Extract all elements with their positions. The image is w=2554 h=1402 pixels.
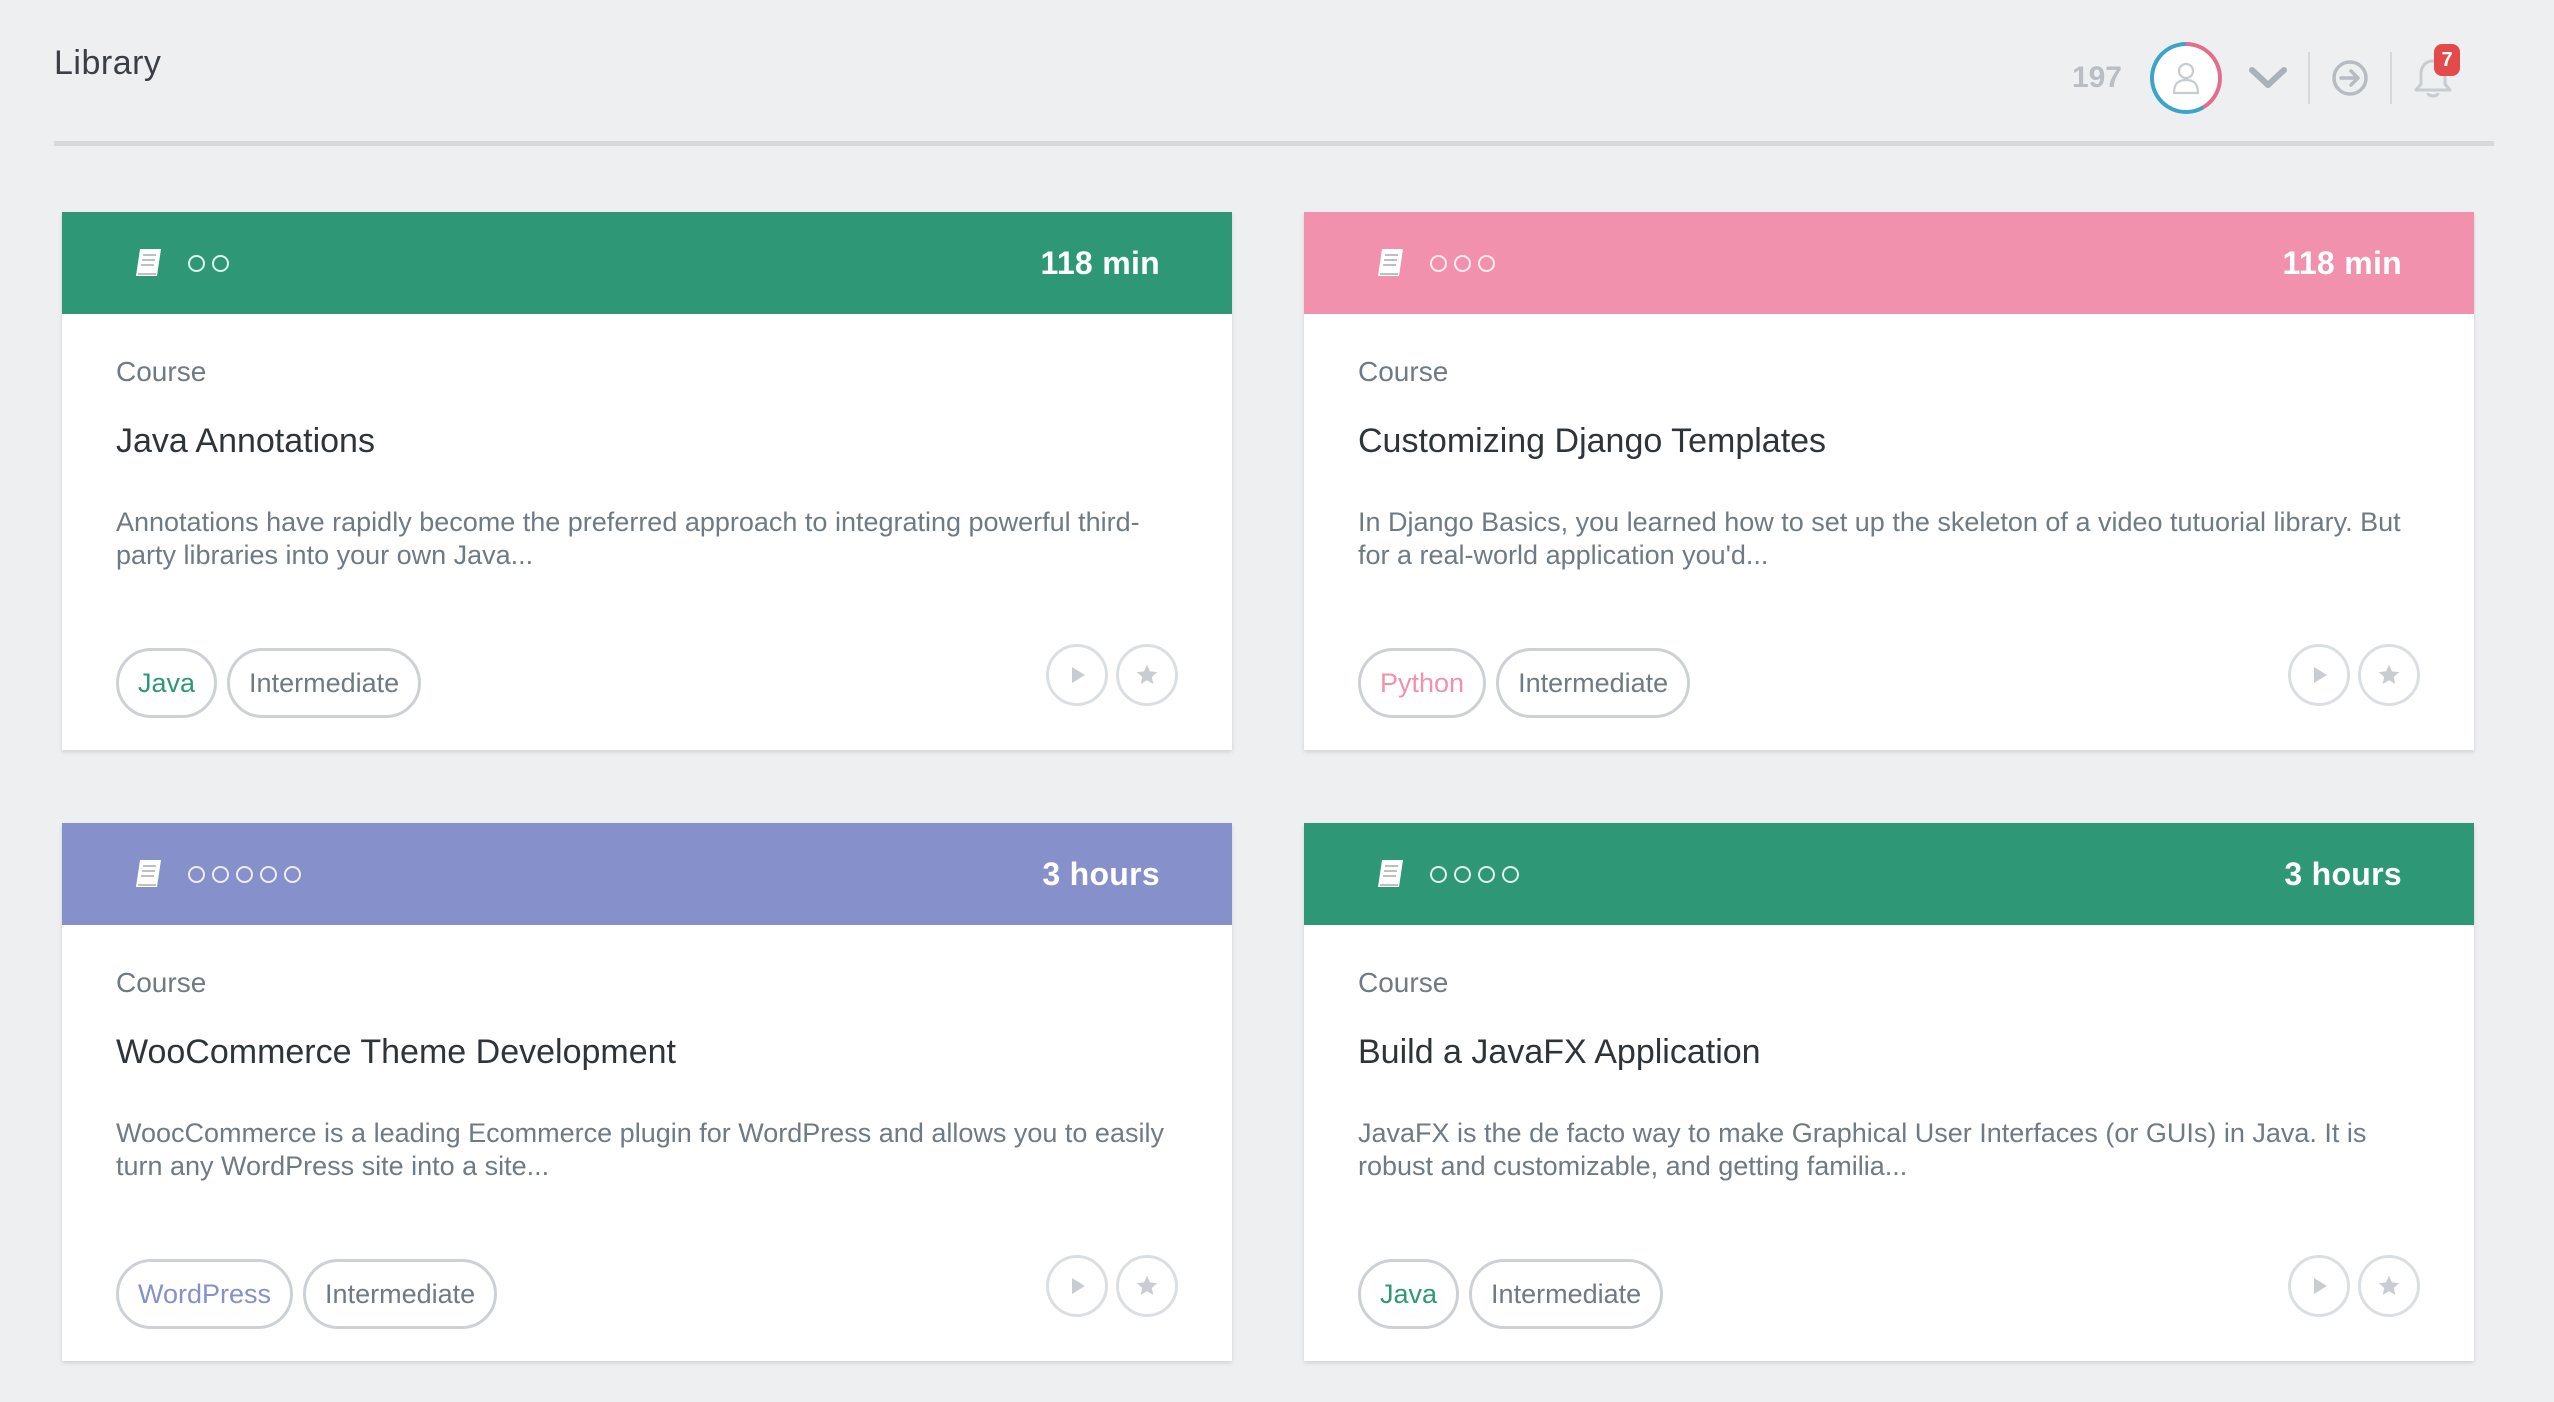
course-tags: Python Intermediate	[1358, 648, 1700, 718]
play-button[interactable]	[2288, 644, 2350, 706]
play-icon	[1072, 1278, 1085, 1294]
course-description: WoocCommerce is a leading Ecommerce plug…	[116, 1118, 1164, 1181]
favorite-button[interactable]	[1116, 1255, 1178, 1317]
difficulty-dot	[1478, 254, 1495, 272]
topic-tag[interactable]: Java	[116, 648, 218, 718]
card-header: 3 hours	[62, 823, 1232, 925]
course-description: In Django Basics, you learned how to set…	[1358, 507, 2401, 570]
toolbar-divider	[2308, 52, 2310, 104]
card-body: Course Customizing Django Templates In D…	[1304, 314, 2474, 750]
play-button[interactable]	[1046, 644, 1108, 706]
level-tag[interactable]: Intermediate	[1469, 1259, 1664, 1329]
course-duration: 3 hours	[1042, 855, 1160, 892]
signout-icon	[2332, 60, 2368, 96]
play-button[interactable]	[1046, 1255, 1108, 1317]
user-toolbar: 197 7	[2071, 38, 2460, 118]
user-icon	[2172, 62, 2200, 95]
star-icon	[2378, 664, 2400, 684]
difficulty-dot	[1478, 865, 1495, 883]
book-icon	[132, 246, 166, 280]
notifications-button[interactable]: 7	[2412, 44, 2460, 100]
card-actions	[1038, 1255, 1178, 1317]
card-body: Course Java Annotations Annotations have…	[62, 314, 1232, 750]
page-title: Library	[54, 44, 162, 82]
difficulty-dot	[1430, 254, 1447, 272]
library-page: Library 197 7 118 min Course Java Annota…	[0, 0, 2554, 1402]
difficulty-dots	[188, 865, 308, 883]
course-title[interactable]: Customizing Django Templates	[1358, 422, 1826, 461]
card-body: Course Build a JavaFX Application JavaFX…	[1304, 925, 2474, 1361]
course-tags: Java Intermediate	[1358, 1259, 1673, 1329]
play-icon	[2314, 667, 2327, 683]
course-tags: Java Intermediate	[116, 648, 431, 718]
difficulty-dots	[188, 254, 236, 272]
course-card-1[interactable]: 118 min Course Java Annotations Annotati…	[62, 212, 1232, 750]
course-type: Course	[1358, 356, 1449, 387]
difficulty-dot	[236, 865, 253, 883]
difficulty-dot	[284, 865, 301, 883]
difficulty-dot	[212, 865, 229, 883]
course-card-2[interactable]: 118 min Course Customizing Django Templa…	[1304, 212, 2474, 750]
course-type: Course	[1358, 967, 1449, 998]
topic-tag[interactable]: Python	[1358, 648, 1487, 718]
topic-tag[interactable]: Java	[1358, 1259, 1460, 1329]
play-icon	[1072, 667, 1085, 683]
card-actions	[1038, 644, 1178, 706]
card-header: 118 min	[62, 212, 1232, 314]
card-header: 118 min	[1304, 212, 2474, 314]
signout-button[interactable]	[2330, 58, 2370, 98]
course-title[interactable]: WooCommerce Theme Development	[116, 1033, 676, 1072]
book-icon	[1374, 246, 1408, 280]
notification-badge: 7	[2434, 44, 2460, 76]
course-tags: WordPress Intermediate	[116, 1259, 507, 1329]
toolbar-divider	[2390, 52, 2392, 104]
card-actions	[2280, 1255, 2420, 1317]
course-duration: 3 hours	[2284, 855, 2402, 892]
difficulty-dot	[212, 254, 229, 272]
course-card-3[interactable]: 3 hours Course WooCommerce Theme Develop…	[62, 823, 1232, 1361]
points-count: 197	[2071, 61, 2122, 94]
card-actions	[2280, 644, 2420, 706]
level-tag[interactable]: Intermediate	[1496, 648, 1691, 718]
chevron-down-icon	[2249, 67, 2287, 88]
level-tag[interactable]: Intermediate	[303, 1259, 498, 1329]
difficulty-dot	[1454, 865, 1471, 883]
difficulty-dot	[188, 865, 205, 883]
book-icon	[1374, 857, 1408, 891]
topic-tag[interactable]: WordPress	[116, 1259, 294, 1329]
difficulty-dot	[1502, 865, 1519, 883]
top-bar: Library 197 7	[54, 0, 2494, 146]
favorite-button[interactable]	[2358, 644, 2420, 706]
course-type: Course	[116, 967, 207, 998]
star-icon	[1136, 1275, 1158, 1295]
card-body: Course WooCommerce Theme Development Woo…	[62, 925, 1232, 1361]
favorite-button[interactable]	[2358, 1255, 2420, 1317]
difficulty-dot	[1430, 865, 1447, 883]
difficulty-dots	[1430, 254, 1502, 272]
star-icon	[1136, 664, 1158, 684]
avatar[interactable]	[2150, 42, 2222, 114]
star-icon	[2378, 1275, 2400, 1295]
difficulty-dot	[188, 254, 205, 272]
course-description: Annotations have rapidly become the pref…	[116, 507, 1140, 570]
difficulty-dots	[1430, 865, 1526, 883]
course-card-4[interactable]: 3 hours Course Build a JavaFX Applicatio…	[1304, 823, 2474, 1361]
course-duration: 118 min	[1040, 244, 1160, 281]
favorite-button[interactable]	[1116, 644, 1178, 706]
course-description: JavaFX is the de facto way to make Graph…	[1358, 1118, 2367, 1181]
course-title[interactable]: Java Annotations	[116, 422, 375, 461]
play-button[interactable]	[2288, 1255, 2350, 1317]
difficulty-dot	[1454, 254, 1471, 272]
book-icon	[132, 857, 166, 891]
difficulty-dot	[260, 865, 277, 883]
play-icon	[2314, 1278, 2327, 1294]
card-header: 3 hours	[1304, 823, 2474, 925]
account-menu-toggle[interactable]	[2248, 65, 2288, 91]
course-type: Course	[116, 356, 207, 387]
course-title[interactable]: Build a JavaFX Application	[1358, 1033, 1761, 1072]
course-duration: 118 min	[2282, 244, 2402, 281]
level-tag[interactable]: Intermediate	[227, 648, 422, 718]
